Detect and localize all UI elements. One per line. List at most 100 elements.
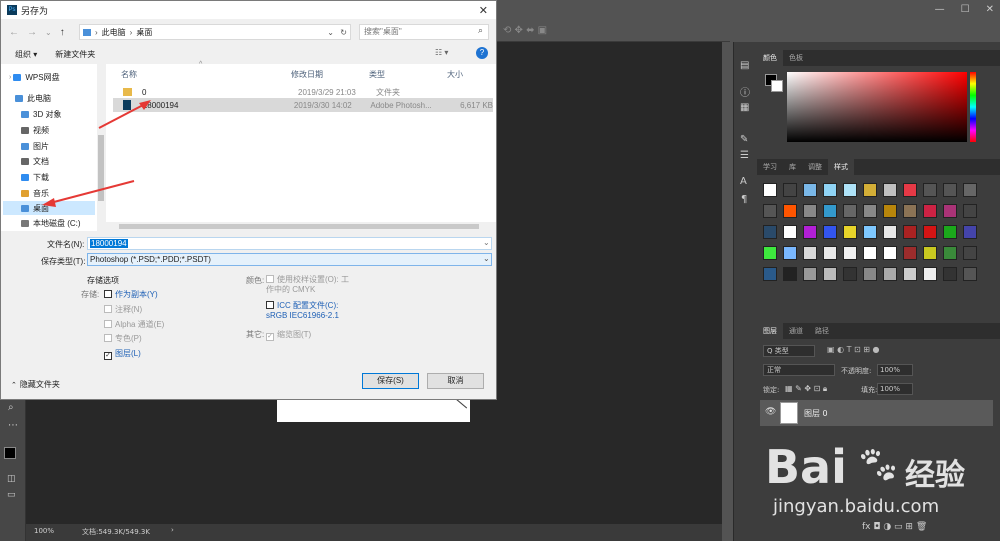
icc-checkbox[interactable]: ICC 配置文件(C): sRGB IEC61966-2.1 <box>266 301 351 321</box>
blend-mode-select[interactable]: 正常 <box>763 364 835 376</box>
style-swatch[interactable] <box>943 183 957 197</box>
brush-icon[interactable]: ✎ <box>740 134 748 145</box>
hue-slider[interactable] <box>970 72 976 142</box>
layer-filter-icons[interactable]: ▣ ◐ T ⊡ ⊞ ● <box>827 345 880 354</box>
info-icon[interactable]: ⓘ <box>740 84 750 99</box>
help-icon[interactable]: ? <box>476 47 488 59</box>
tab-library[interactable]: 库 <box>783 159 802 175</box>
tab-adjust[interactable]: 调整 <box>802 159 828 175</box>
chevron-down-icon[interactable]: ⌄ <box>483 254 490 263</box>
style-swatch[interactable] <box>943 225 957 239</box>
zoom-tool-icon[interactable]: ⌕ <box>8 402 14 413</box>
style-swatch[interactable] <box>803 183 817 197</box>
style-swatch[interactable] <box>923 246 937 260</box>
color-picker-field[interactable] <box>787 72 967 142</box>
breadcrumb-desktop[interactable]: 桌面 <box>136 27 152 38</box>
style-swatch[interactable] <box>943 246 957 260</box>
quick-mask-icon[interactable]: ◫ <box>7 474 16 484</box>
style-swatch[interactable] <box>903 267 917 281</box>
tab-color[interactable]: 颜色 <box>757 50 783 66</box>
style-swatch[interactable] <box>843 183 857 197</box>
style-swatch[interactable] <box>823 225 837 239</box>
layer-filter[interactable]: Q 类型 <box>763 345 815 357</box>
style-swatch[interactable] <box>923 225 937 239</box>
bg-color[interactable] <box>771 80 783 92</box>
style-swatch[interactable] <box>963 225 977 239</box>
new-folder-button[interactable]: 新建文件夹 <box>55 49 95 60</box>
style-swatch[interactable] <box>903 183 917 197</box>
back-arrow-icon[interactable]: ← <box>9 27 19 38</box>
style-swatch[interactable] <box>863 246 877 260</box>
close-icon[interactable]: ✕ <box>986 4 994 15</box>
chevron-right-icon[interactable]: › <box>9 74 11 81</box>
style-swatch[interactable] <box>843 246 857 260</box>
style-swatch[interactable] <box>963 183 977 197</box>
style-swatch[interactable] <box>763 225 777 239</box>
style-swatch[interactable] <box>883 246 897 260</box>
layers-checkbox[interactable]: ✓ 图层(L) <box>104 348 141 360</box>
tree-item-c-drive[interactable]: 本地磁盘 (C:) <box>21 218 81 229</box>
recent-chevron-icon[interactable]: ⌄ <box>45 28 52 37</box>
refresh-icon[interactable]: ↻ <box>340 28 347 37</box>
organize-button[interactable]: 组织 ▾ <box>15 49 37 60</box>
horizontal-scroll-thumb[interactable] <box>119 224 479 229</box>
tab-swatches[interactable]: 色板 <box>783 50 809 66</box>
properties-icon[interactable]: ▦ <box>740 102 749 113</box>
style-swatch[interactable] <box>783 267 797 281</box>
style-swatch[interactable] <box>843 204 857 218</box>
column-name[interactable]: 名称 <box>121 69 137 80</box>
style-swatch[interactable] <box>783 183 797 197</box>
hide-folders-toggle[interactable]: ⌃ 隐藏文件夹 <box>11 379 60 390</box>
chevron-down-icon[interactable]: ⌄ <box>483 238 490 247</box>
style-swatch[interactable] <box>903 204 917 218</box>
style-swatch[interactable] <box>863 225 877 239</box>
maximize-icon[interactable]: ☐ <box>961 4 970 15</box>
screen-mode-icon[interactable]: ▭ <box>7 490 16 500</box>
filetype-select[interactable]: Photoshop (*.PSD;*.PDD;*.PSDT) <box>87 253 492 266</box>
style-swatch[interactable] <box>883 204 897 218</box>
style-swatch[interactable] <box>943 267 957 281</box>
adjust-icon[interactable]: ☰ <box>740 150 749 161</box>
style-swatch[interactable] <box>963 246 977 260</box>
cancel-button[interactable]: 取消 <box>427 373 484 389</box>
style-swatch[interactable] <box>963 267 977 281</box>
address-bar[interactable]: › 此电脑 › 桌面 ⌄ ↻ <box>79 24 351 40</box>
layer-name[interactable]: 图层 0 <box>804 408 828 419</box>
tab-paths[interactable]: 路径 <box>809 323 835 339</box>
view-options-icon[interactable]: ☷ ▾ <box>435 48 448 57</box>
style-swatch[interactable] <box>763 204 777 218</box>
close-icon[interactable]: ✕ <box>479 4 488 17</box>
eye-icon[interactable]: 👁︎ <box>765 407 776 417</box>
file-row-psd[interactable]: 18000194 2019/3/30 14:02 Adobe Photosh..… <box>113 98 493 112</box>
tree-item-3d[interactable]: 3D 对象 <box>21 109 61 120</box>
as-copy-checkbox[interactable]: 作为副本(Y) <box>104 289 158 300</box>
tab-styles[interactable]: 样式 <box>828 159 854 175</box>
style-swatch[interactable] <box>783 225 797 239</box>
checkbox-checked[interactable]: ✓ <box>104 352 112 360</box>
style-swatch[interactable] <box>863 204 877 218</box>
character-icon[interactable]: A <box>740 176 747 187</box>
style-swatch[interactable] <box>823 204 837 218</box>
tab-learn[interactable]: 学习 <box>757 159 783 175</box>
minimize-icon[interactable]: — <box>935 4 945 15</box>
tree-item-video[interactable]: 视频 <box>21 125 49 136</box>
tree-item-documents[interactable]: 文档 <box>21 156 49 167</box>
style-swatch[interactable] <box>803 246 817 260</box>
foreground-color-swatch[interactable] <box>4 447 16 459</box>
checkbox[interactable] <box>266 301 274 309</box>
style-swatch[interactable] <box>883 183 897 197</box>
more-tools-icon[interactable]: ⋯ <box>8 420 18 431</box>
style-swatch[interactable] <box>803 204 817 218</box>
style-swatch[interactable] <box>903 225 917 239</box>
forward-arrow-icon[interactable]: → <box>27 27 37 38</box>
history-icon[interactable]: ▤ <box>740 60 749 71</box>
style-swatch[interactable] <box>783 246 797 260</box>
tree-item-pictures[interactable]: 图片 <box>21 141 49 152</box>
style-swatch[interactable] <box>863 183 877 197</box>
tab-channels[interactable]: 通道 <box>783 323 809 339</box>
paragraph-icon[interactable]: ¶ <box>741 194 747 205</box>
save-button[interactable]: 保存(S) <box>362 373 419 389</box>
style-swatch[interactable] <box>943 204 957 218</box>
lock-icons[interactable]: ▦ ✎ ✥ ⊡ 🔒︎ <box>785 384 827 394</box>
opacity-input[interactable]: 100% <box>877 364 913 376</box>
